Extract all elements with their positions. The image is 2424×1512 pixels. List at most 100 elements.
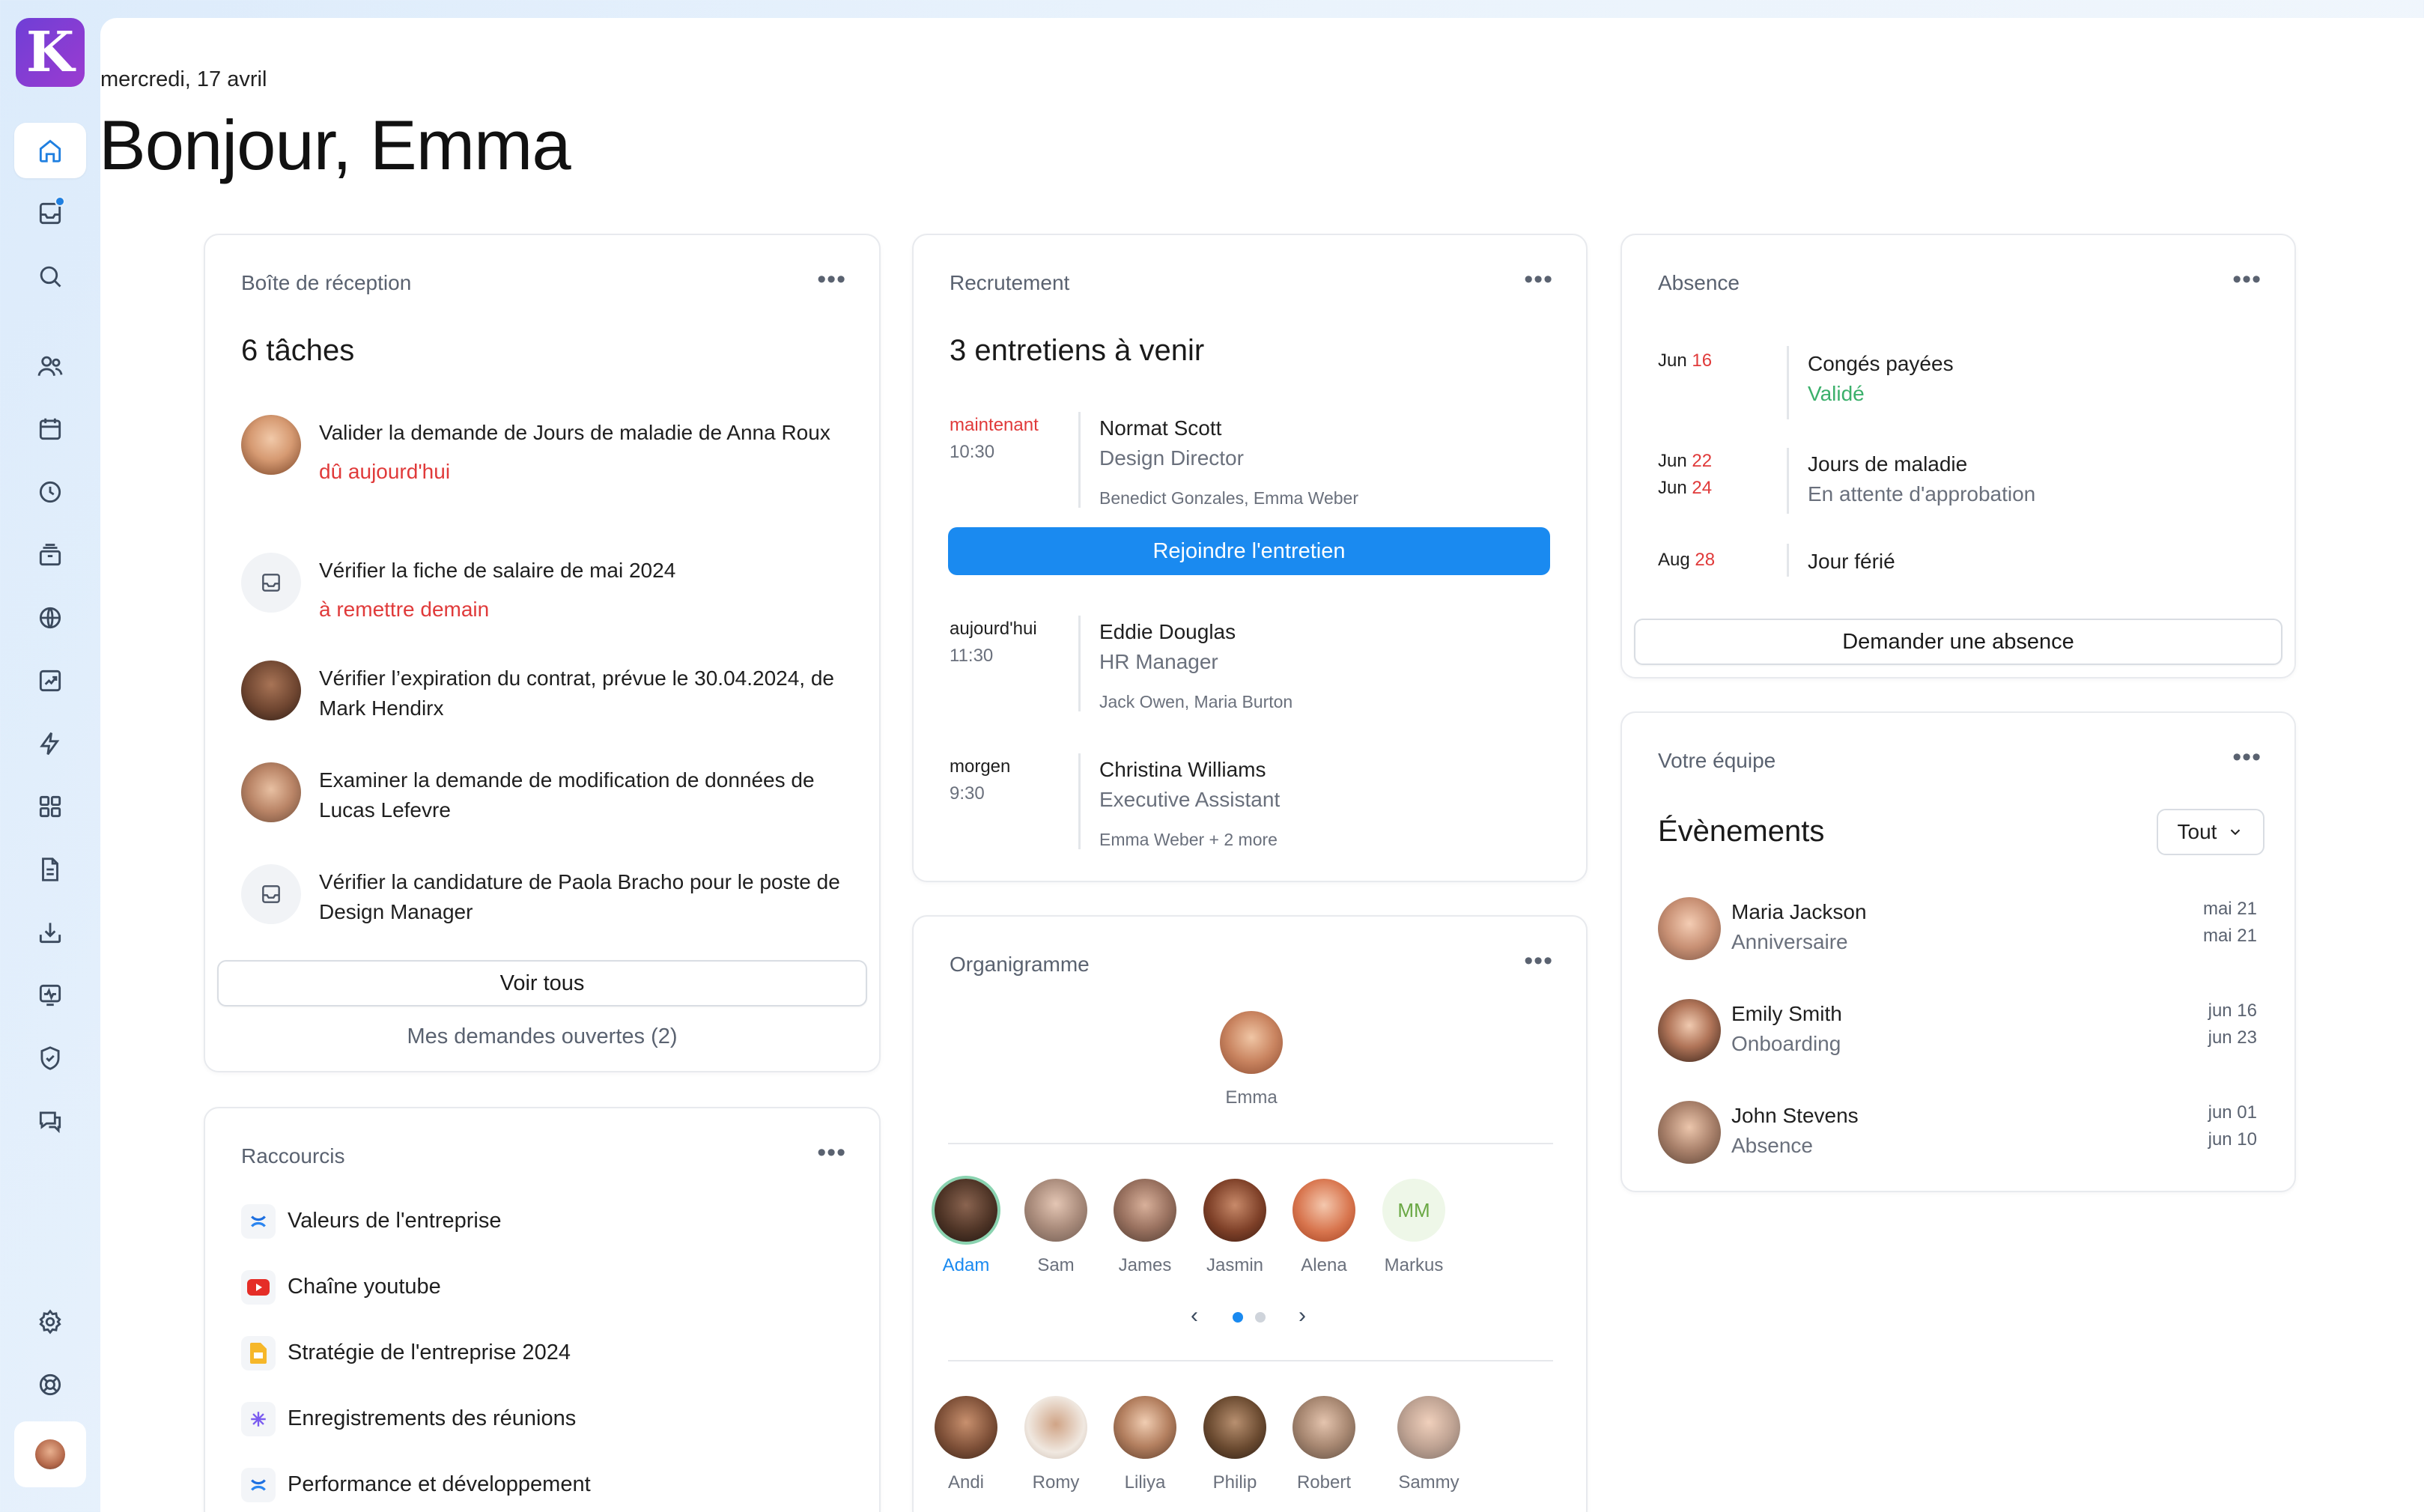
avatar bbox=[1024, 1179, 1087, 1242]
globe-icon[interactable] bbox=[14, 590, 86, 646]
clock-icon[interactable] bbox=[14, 464, 86, 520]
interview-count: 3 entretiens à venir bbox=[950, 334, 1205, 367]
candidate-name: Normat Scott bbox=[1099, 416, 1222, 440]
task-text: Vérifier la candidature de Paola Bracho … bbox=[319, 870, 840, 923]
org-person[interactable]: Liliya bbox=[1100, 1396, 1190, 1493]
divider bbox=[948, 1143, 1553, 1144]
org-person[interactable]: Jasmin bbox=[1190, 1179, 1280, 1276]
task-text: Vérifier la fiche de salaire de mai 2024 bbox=[319, 559, 676, 582]
avatar: MM bbox=[1382, 1179, 1445, 1242]
user-avatar[interactable] bbox=[14, 1421, 86, 1487]
app-logo[interactable]: K bbox=[16, 18, 85, 87]
org-person[interactable]: James bbox=[1100, 1179, 1190, 1276]
chat-icon[interactable] bbox=[14, 1093, 86, 1149]
org-person[interactable]: Robert bbox=[1279, 1396, 1369, 1493]
event-row[interactable]: John Stevens Absence jun 01 jun 10 bbox=[1658, 1101, 2257, 1167]
avatar bbox=[241, 415, 301, 475]
org-person[interactable]: Adam bbox=[921, 1179, 1011, 1276]
search-icon[interactable] bbox=[14, 249, 86, 304]
document-icon[interactable] bbox=[14, 842, 86, 897]
recordings-icon bbox=[241, 1402, 276, 1436]
users-icon[interactable] bbox=[14, 338, 86, 394]
chevron-right-icon[interactable]: › bbox=[1298, 1303, 1306, 1329]
help-icon[interactable] bbox=[14, 1357, 86, 1412]
open-requests-link[interactable]: Mes demandes ouvertes (2) bbox=[205, 1024, 879, 1049]
home-icon[interactable] bbox=[14, 123, 86, 178]
org-person[interactable]: Alena bbox=[1279, 1179, 1369, 1276]
pagination-dot-active[interactable] bbox=[1233, 1312, 1243, 1323]
team-card: Votre équipe ••• Évènements Tout Maria J… bbox=[1620, 711, 2296, 1192]
org-person[interactable]: Philip bbox=[1190, 1396, 1280, 1493]
inbox-icon bbox=[241, 864, 301, 924]
archive-icon[interactable] bbox=[14, 527, 86, 583]
divider bbox=[1078, 753, 1081, 849]
avatar bbox=[1220, 1011, 1283, 1074]
event-row[interactable]: Emily Smith Onboarding jun 16 jun 23 bbox=[1658, 999, 2257, 1065]
apps-icon[interactable] bbox=[14, 779, 86, 834]
interview-time: maintenant 10:30 bbox=[950, 415, 1039, 462]
more-options-icon[interactable]: ••• bbox=[2232, 267, 2262, 292]
sidebar: K bbox=[0, 0, 100, 1512]
more-options-icon[interactable]: ••• bbox=[817, 267, 846, 292]
card-heading: Raccourcis bbox=[241, 1144, 345, 1168]
chevron-left-icon[interactable]: ‹ bbox=[1191, 1303, 1198, 1329]
card-heading: Organigramme bbox=[950, 953, 1090, 976]
absence-date: Jun 16 bbox=[1658, 350, 1713, 371]
task-count: 6 tâches bbox=[241, 334, 355, 367]
pagination-dot[interactable] bbox=[1255, 1312, 1266, 1323]
avatar bbox=[1293, 1396, 1355, 1459]
filter-dropdown[interactable]: Tout bbox=[2157, 809, 2264, 855]
calendar-icon[interactable] bbox=[14, 401, 86, 457]
more-options-icon[interactable]: ••• bbox=[817, 1140, 846, 1165]
avatar bbox=[1114, 1396, 1176, 1459]
org-person[interactable]: Sam bbox=[1011, 1179, 1101, 1276]
download-icon[interactable] bbox=[14, 905, 86, 960]
absence-date: Aug 28 bbox=[1658, 550, 1716, 570]
youtube-icon bbox=[241, 1270, 276, 1305]
avatar bbox=[241, 661, 301, 720]
page-title: Bonjour, Emma bbox=[99, 106, 571, 184]
avatar bbox=[241, 762, 301, 822]
candidate-role: Executive Assistant bbox=[1099, 788, 1281, 811]
shortcut-label: Chaîne youtube bbox=[288, 1275, 441, 1299]
see-all-button[interactable]: Voir tous bbox=[217, 960, 867, 1007]
more-options-icon[interactable]: ••• bbox=[1524, 948, 1553, 974]
confluence-icon bbox=[241, 1204, 276, 1239]
divider bbox=[1078, 616, 1081, 711]
candidate-name: Eddie Douglas bbox=[1099, 620, 1236, 643]
absence-status: En attente d'approbation bbox=[1808, 482, 2036, 505]
more-options-icon[interactable]: ••• bbox=[2232, 744, 2262, 770]
avatar bbox=[35, 1439, 65, 1469]
task-text: Valider la demande de Jours de maladie d… bbox=[319, 421, 830, 444]
absence-type: Jours de maladie bbox=[1808, 452, 1968, 476]
join-interview-button[interactable]: Rejoindre l'entretien bbox=[948, 527, 1550, 575]
org-person[interactable]: Romy bbox=[1011, 1396, 1101, 1493]
absence-card: Absence ••• Jun 16 Congés payées Validé … bbox=[1620, 234, 2296, 678]
card-heading: Votre équipe bbox=[1658, 749, 1776, 772]
shield-icon[interactable] bbox=[14, 1030, 86, 1086]
absence-status: Validé bbox=[1808, 382, 1865, 405]
interviewers: Jack Owen, Maria Burton bbox=[1099, 692, 1293, 711]
health-icon[interactable] bbox=[14, 968, 86, 1023]
avatar bbox=[1658, 999, 1721, 1062]
avatar bbox=[1024, 1396, 1087, 1459]
absence-type: Congés payées bbox=[1808, 352, 1954, 375]
notification-dot bbox=[55, 196, 65, 207]
request-absence-button[interactable]: Demander une absence bbox=[1634, 619, 2282, 665]
more-options-icon[interactable]: ••• bbox=[1524, 267, 1553, 292]
org-root-person[interactable]: Emma bbox=[1206, 1011, 1296, 1108]
inbox-icon[interactable] bbox=[14, 186, 86, 241]
task-due: dû aujourd'hui bbox=[319, 460, 451, 483]
chart-icon[interactable] bbox=[14, 653, 86, 708]
org-person[interactable]: Sammy bbox=[1384, 1396, 1474, 1493]
avatar bbox=[1203, 1396, 1266, 1459]
settings-icon[interactable] bbox=[14, 1294, 86, 1349]
avatar bbox=[1397, 1396, 1460, 1459]
divider bbox=[1787, 544, 1789, 577]
org-person[interactable]: Andi bbox=[921, 1396, 1011, 1493]
candidate-role: HR Manager bbox=[1099, 650, 1218, 673]
org-person[interactable]: MM Markus bbox=[1369, 1179, 1459, 1276]
shortcut-label: Performance et développement bbox=[288, 1472, 591, 1496]
event-row[interactable]: Maria Jackson Anniversaire mai 21 mai 21 bbox=[1658, 897, 2257, 963]
lightning-icon[interactable] bbox=[14, 716, 86, 771]
